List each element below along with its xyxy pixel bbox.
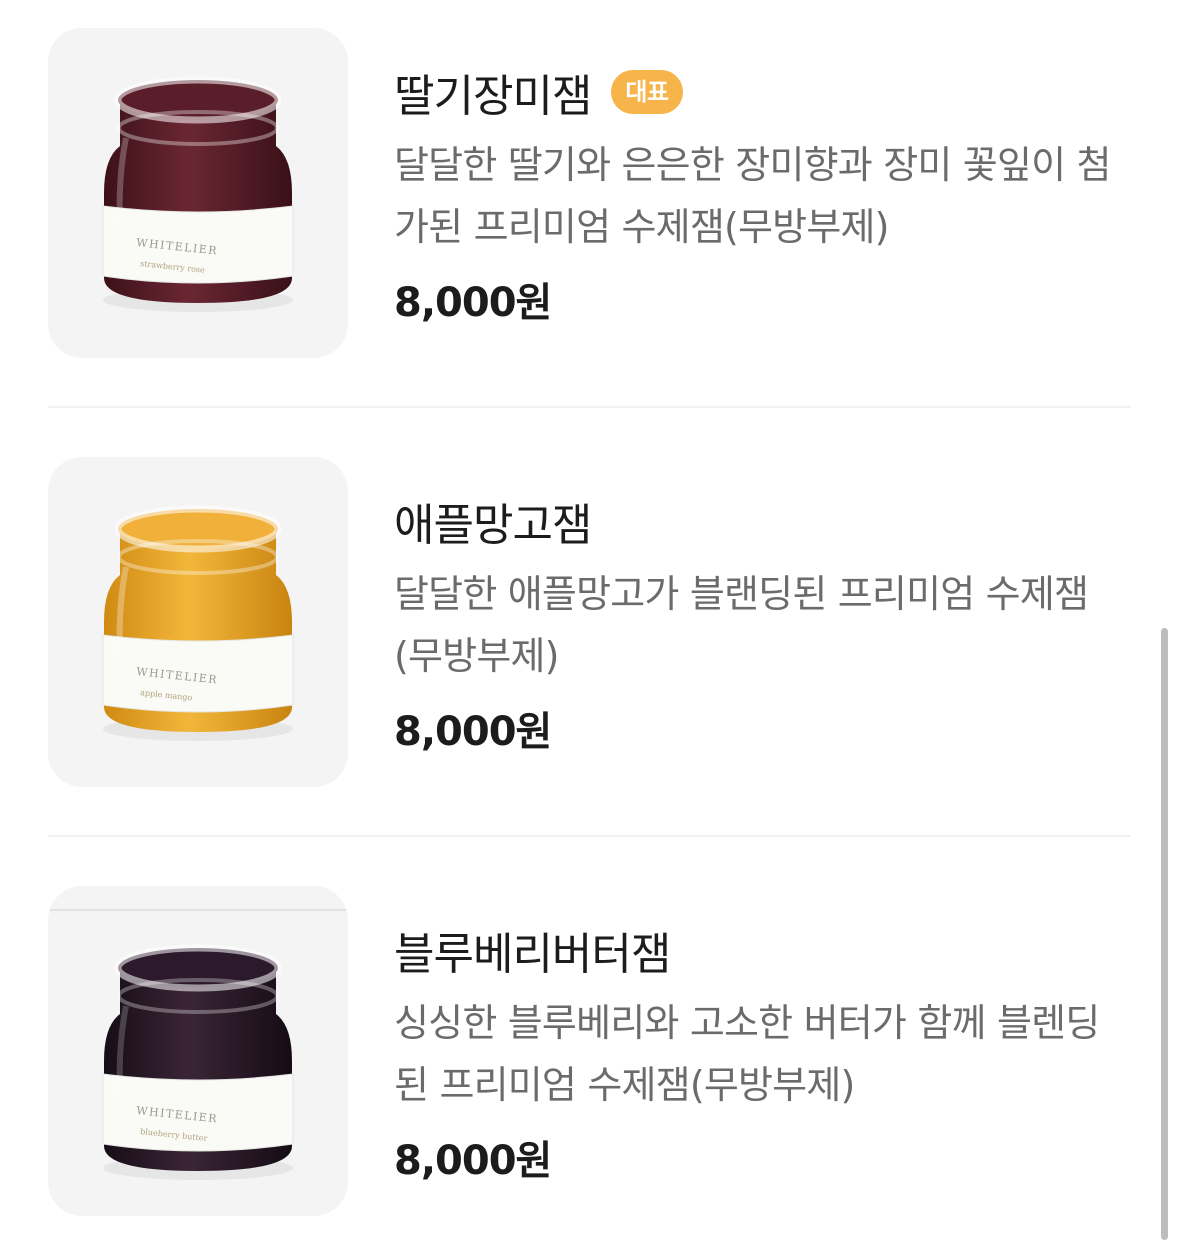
- menu-item-description: 싱싱한 블루베리와 고소한 버터가 함께 블렌딩된 프리미엄 수제잼(무방부제): [394, 1001, 1100, 1107]
- menu-item-description: 달달한 애플망고가 블랜딩된 프리미엄 수제잼(무방부제): [394, 572, 1089, 678]
- menu-item-name-row: 딸기장미잼 대표: [394, 62, 683, 122]
- product-image-apple-mango-jam: WHITELIER apple mango: [48, 457, 348, 787]
- menu-item-price: 8,000원: [394, 709, 552, 755]
- menu-item-strawberry-rose-jam[interactable]: WHITELIER strawberry rose 딸기장미잼 대표 달달한 딸…: [48, 28, 1131, 358]
- menu-item-name-row: 블루베리버터잼: [394, 920, 671, 980]
- menu-item-price: 8,000원: [394, 1138, 552, 1184]
- menu-item-description: 달달한 딸기와 은은한 장미향과 장미 꽃잎이 첨가된 프리미엄 수제잼(무방부…: [394, 143, 1112, 249]
- menu-item-blueberry-butter-jam[interactable]: WHITELIER blueberry butter 블루베리버터잼 싱싱한 블…: [48, 886, 1131, 1216]
- menu-item-name: 딸기장미잼: [394, 71, 592, 122]
- vertical-scrollbar[interactable]: [1161, 628, 1168, 1240]
- menu-item-apple-mango-jam[interactable]: WHITELIER apple mango 애플망고잼 달달한 애플망고가 블랜…: [48, 457, 1131, 787]
- menu-item-name: 블루베리버터잼: [394, 929, 671, 980]
- jam-jar-image: WHITELIER apple mango: [102, 505, 294, 741]
- product-image-strawberry-rose-jam: WHITELIER strawberry rose: [48, 28, 348, 358]
- menu-item-price: 8,000원: [394, 280, 552, 326]
- menu-item-name: 애플망고잼: [394, 500, 592, 551]
- menu-divider: [48, 406, 1131, 408]
- menu-divider: [48, 835, 1131, 837]
- menu-item-name-row: 애플망고잼: [394, 491, 592, 551]
- signature-badge: 대표: [611, 70, 683, 114]
- jam-jar-image: WHITELIER strawberry rose: [102, 76, 294, 312]
- jam-jar-image: WHITELIER blueberry butter: [48, 909, 348, 1180]
- product-image-blueberry-butter-jam: WHITELIER blueberry butter: [48, 886, 348, 1216]
